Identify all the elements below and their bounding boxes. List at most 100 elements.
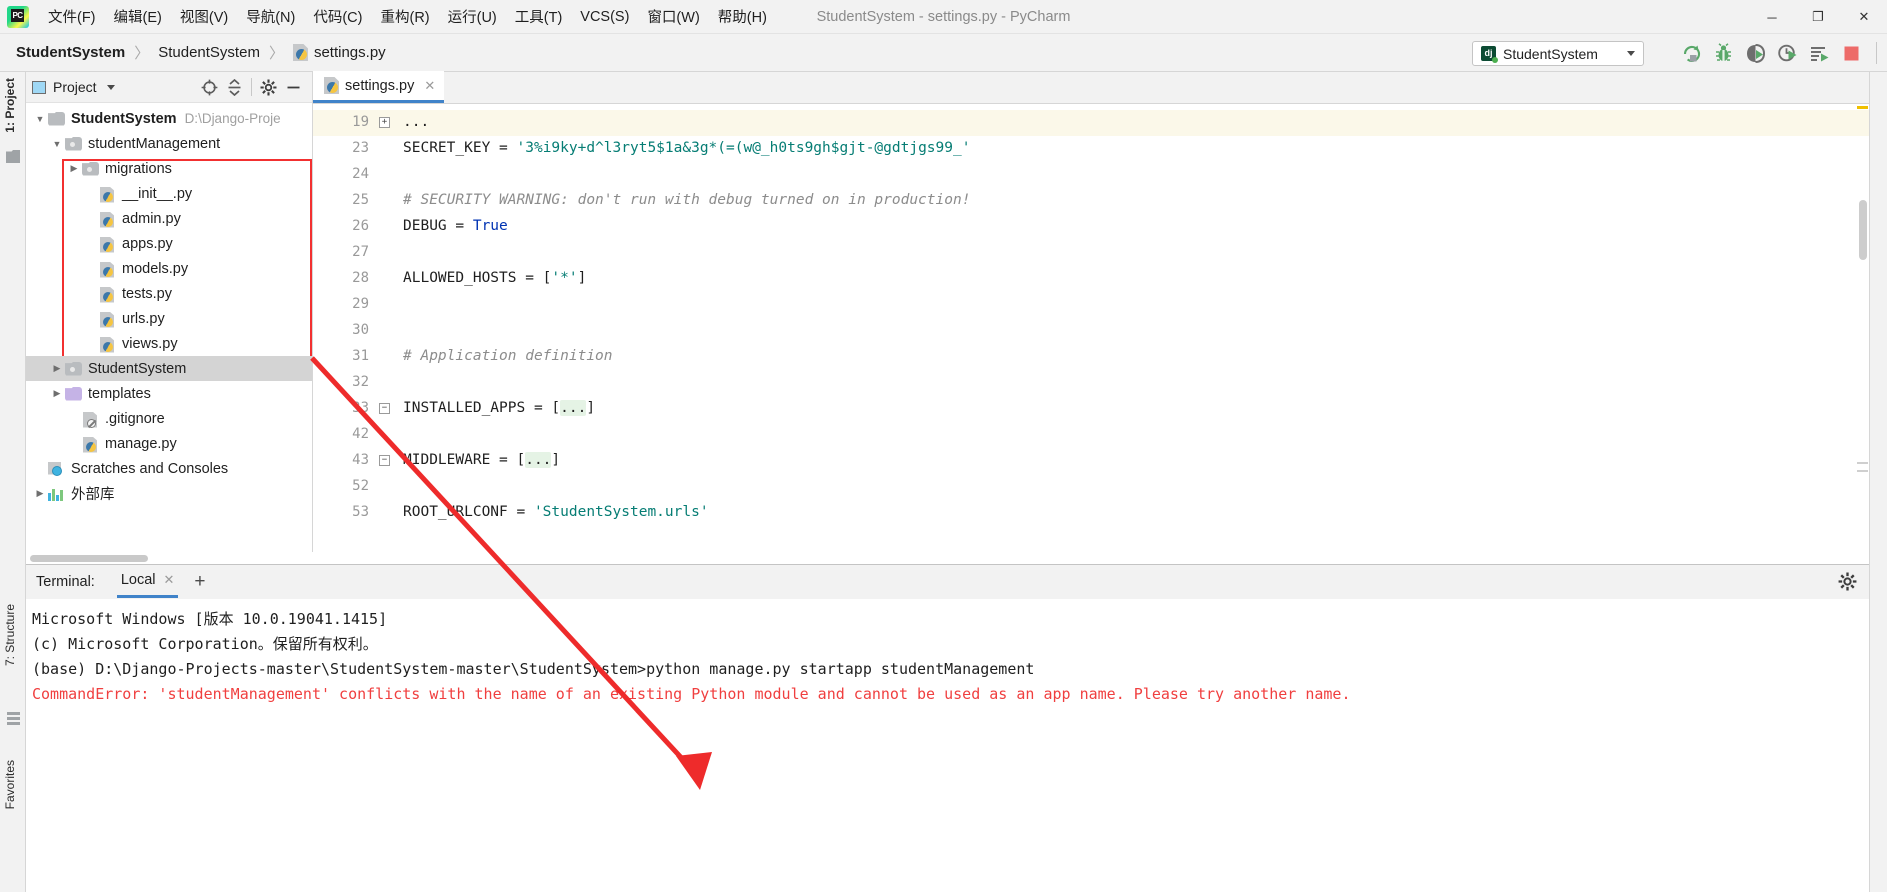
terminal-line: (c) Microsoft Corporation。保留所有权利。	[32, 635, 378, 653]
tree-item-label: studentManagement	[88, 135, 221, 152]
menu-item-9[interactable]: 窗口(W)	[638, 3, 708, 30]
tree-item-scratches-and-consoles[interactable]: Scratches and Consoles	[26, 456, 312, 481]
package-folder-icon	[65, 361, 82, 376]
run-with-console-icon[interactable]	[1803, 40, 1835, 66]
tree-item-label: models.py	[122, 260, 189, 277]
structure-folder-icon	[6, 150, 20, 163]
maximize-button[interactable]: ❐	[1795, 0, 1841, 34]
code-fold-minus-icon[interactable]: −	[379, 403, 390, 414]
tree-item-studentmanagement[interactable]: studentManagement	[26, 131, 312, 156]
line-number: 30	[352, 322, 369, 338]
code-token: ...	[403, 114, 430, 130]
terminal-header: Terminal: Local ✕ +	[26, 565, 1869, 599]
right-tool-stripe	[1869, 72, 1887, 892]
tree-toggle-open-icon[interactable]	[32, 114, 48, 124]
menu-item-3[interactable]: 导航(N)	[237, 3, 304, 30]
tree-item-label: __init__.py	[122, 185, 193, 202]
window-controls: ─ ❐ ✕	[1749, 0, 1887, 34]
breadcrumb-separator: 〉	[268, 45, 284, 62]
project-view-chevron-down-icon[interactable]	[106, 84, 115, 90]
project-tree[interactable]: StudentSystem D:\Django-Proje studentManag…	[26, 103, 312, 564]
hide-panel-icon[interactable]	[281, 76, 306, 98]
tree-toggle-open-icon[interactable]	[49, 139, 65, 149]
editor-vertical-scrollbar[interactable]	[1856, 104, 1869, 564]
code-fold-minus-icon[interactable]: −	[379, 455, 390, 466]
line-number: 29	[352, 296, 369, 312]
editor-scrollbar-thumb[interactable]	[1859, 200, 1867, 260]
breadcrumb-item-1[interactable]: StudentSystem	[158, 44, 260, 61]
tree-item-urls-py[interactable]: urls.py	[26, 306, 312, 331]
coverage-run-icon[interactable]	[1739, 40, 1771, 66]
menu-item-8[interactable]: VCS(S)	[571, 6, 638, 28]
project-horizontal-scrollbar[interactable]	[26, 552, 313, 564]
settings-gear-icon[interactable]	[256, 76, 281, 98]
menu-item-6[interactable]: 运行(U)	[439, 3, 506, 30]
menu-item-4[interactable]: 代码(C)	[304, 3, 371, 30]
tree-item-apps-py[interactable]: apps.py	[26, 231, 312, 256]
tree-item-admin-py[interactable]: admin.py	[26, 206, 312, 231]
line-number: 52	[352, 478, 369, 494]
stop-icon[interactable]	[1835, 40, 1867, 66]
python-file-icon	[99, 286, 116, 303]
sidebar-tab-project[interactable]: 1: Project	[3, 78, 17, 133]
sidebar-tab-favorites[interactable]: Favorites	[3, 760, 17, 809]
line-number: 31	[352, 348, 369, 364]
close-button[interactable]: ✕	[1841, 0, 1887, 34]
code-fold-plus-icon[interactable]: +	[379, 117, 390, 128]
tree-item-migrations[interactable]: migrations	[26, 156, 312, 181]
terminal-settings-gear-icon[interactable]	[1838, 572, 1857, 596]
tree-toggle-closed-icon[interactable]	[66, 163, 82, 174]
menu-item-1[interactable]: 编辑(E)	[105, 3, 171, 30]
menu-item-5[interactable]: 重构(R)	[371, 3, 438, 30]
line-number: 26	[352, 218, 369, 234]
code-area[interactable]: 19 +23 24 25 26 27 28 29 30 31 32 33−42 43−52 53 ... S…	[313, 104, 1869, 564]
run-toolbar	[1675, 40, 1877, 66]
menu-item-0[interactable]: 文件(F)	[39, 3, 105, 30]
locate-target-icon[interactable]	[197, 76, 222, 98]
tree-item-studentsystem[interactable]: StudentSystem	[26, 356, 312, 381]
rerun-icon[interactable]	[1675, 40, 1707, 66]
menu-item-10[interactable]: 帮助(H)	[709, 3, 776, 30]
tree-item---init---py[interactable]: __init__.py	[26, 181, 312, 206]
line-number-gutter[interactable]: 19 +23 24 25 26 27 28 29 30 31 32 33−42 43−52 53	[313, 104, 395, 564]
tree-item--gitignore[interactable]: .gitignore	[26, 406, 312, 431]
code-line: # Application definition	[403, 348, 613, 364]
tree-item-studentsystem[interactable]: StudentSystem D:\Django-Proje	[26, 106, 312, 131]
python-file-icon	[99, 261, 116, 278]
breadcrumb-item-0[interactable]: StudentSystem	[16, 44, 125, 61]
terminal-output[interactable]: Microsoft Windows [版本 10.0.19041.1415] (c…	[26, 599, 1869, 892]
collapse-all-icon[interactable]	[222, 76, 247, 98]
tree-item-label: urls.py	[122, 310, 165, 327]
code-token: ...	[560, 400, 587, 416]
tree-toggle-closed-icon[interactable]	[49, 363, 65, 374]
run-configuration-selector[interactable]: dj StudentSystem	[1472, 41, 1644, 66]
breadcrumb: StudentSystem 〉 StudentSystem 〉 settings.py	[16, 42, 386, 63]
minimize-button[interactable]: ─	[1749, 0, 1795, 34]
tree-item-tests-py[interactable]: tests.py	[26, 281, 312, 306]
menu-item-7[interactable]: 工具(T)	[506, 3, 572, 30]
code-text[interactable]: ... SECRET_KEY = '3%i9ky+d^l3ryt5$1a&3g*(…	[395, 104, 1869, 564]
new-terminal-button[interactable]: +	[194, 571, 205, 593]
tree-item-manage-py[interactable]: manage.py	[26, 431, 312, 456]
tree-item-models-py[interactable]: models.py	[26, 256, 312, 281]
terminal-tab-local[interactable]: Local ✕	[116, 566, 179, 598]
tree-toggle-closed-icon[interactable]	[49, 388, 65, 399]
code-token: ROOT_URLCONF =	[403, 504, 534, 520]
tree-toggle-closed-icon[interactable]	[32, 488, 48, 499]
project-scrollbar-thumb[interactable]	[30, 555, 148, 562]
breadcrumb-item-2[interactable]: settings.py	[314, 44, 386, 61]
tree-item-templates[interactable]: templates	[26, 381, 312, 406]
tab-settings-py[interactable]: settings.py ✕	[313, 71, 445, 103]
menu-item-2[interactable]: 视图(V)	[171, 3, 237, 30]
close-icon[interactable]: ✕	[164, 572, 175, 588]
tree-item----[interactable]: 外部库	[26, 481, 312, 506]
code-token: MIDDLEWARE = [	[403, 452, 526, 468]
sidebar-tab-structure[interactable]: 7: Structure	[3, 604, 17, 666]
line-number: 25	[352, 192, 369, 208]
code-line: MIDDLEWARE = [...]	[403, 452, 560, 468]
close-icon[interactable]: ✕	[424, 78, 435, 94]
code-token: True	[472, 218, 508, 234]
tree-item-views-py[interactable]: views.py	[26, 331, 312, 356]
debug-bug-icon[interactable]	[1707, 40, 1739, 66]
profile-run-icon[interactable]	[1771, 40, 1803, 66]
